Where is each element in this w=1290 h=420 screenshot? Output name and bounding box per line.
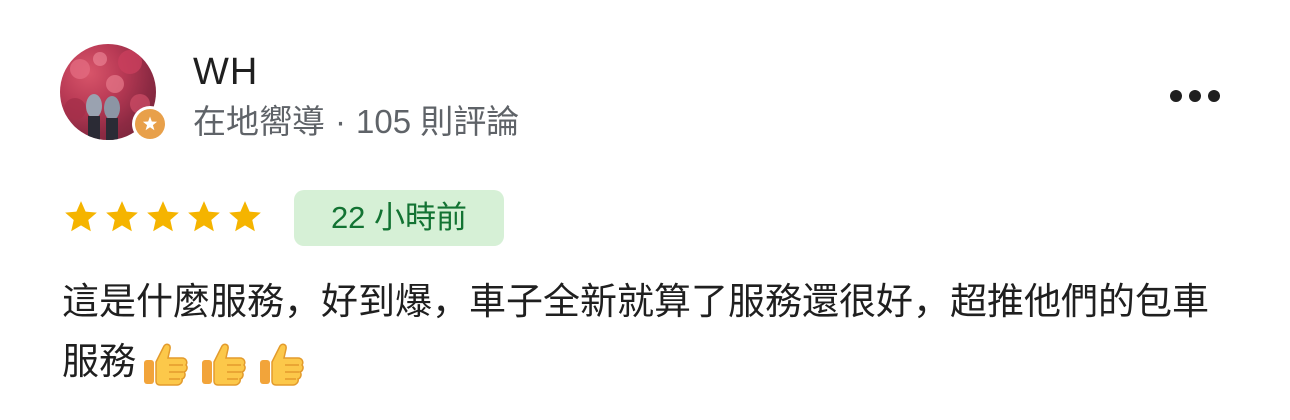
star-rating (62, 198, 264, 236)
star-icon (144, 198, 182, 236)
more-horizontal-icon (1189, 90, 1201, 102)
star-icon (226, 198, 264, 236)
thumbs-up-icon (138, 338, 190, 390)
local-guide-star-icon (142, 116, 158, 131)
more-options-button[interactable] (1160, 78, 1230, 114)
star-icon (62, 198, 100, 236)
reviewer-role: 在地嚮導 (193, 103, 325, 140)
meta-separator: · (335, 103, 346, 140)
thumbs-up-icon (196, 338, 248, 390)
star-icon (185, 198, 223, 236)
time-ago-badge: 22 小時前 (294, 190, 504, 246)
review-body: 這是什麼服務，好到爆，車子全新就算了服務還很好，超推他們的包車服務 (62, 272, 1242, 392)
emoji-row (138, 338, 306, 390)
reviewer-review-count: 105 則評論 (356, 103, 520, 140)
more-horizontal-icon (1170, 90, 1182, 102)
review-card: WH 在地嚮導 · 105 則評論 22 小時前 這是什麼服務，好到爆，車子全新… (0, 0, 1290, 420)
more-horizontal-icon (1208, 90, 1220, 102)
star-icon (103, 198, 141, 236)
reviewer-meta: 在地嚮導 · 105 則評論 (193, 100, 519, 144)
thumbs-up-icon (254, 338, 306, 390)
local-guide-badge (132, 106, 168, 142)
avatar-wrap[interactable] (60, 44, 168, 144)
reviewer-name[interactable]: WH (193, 50, 258, 94)
